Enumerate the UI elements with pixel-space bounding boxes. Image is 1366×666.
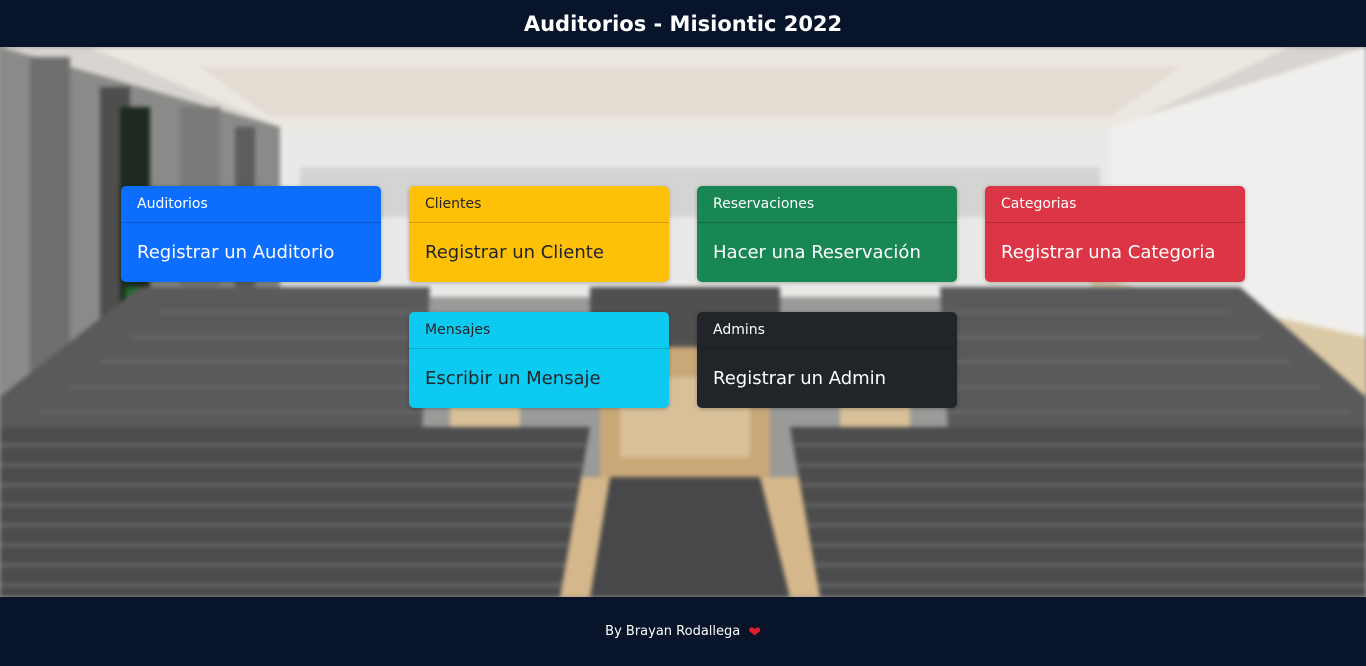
page-footer: By Brayan Rodallega ❤	[0, 597, 1366, 666]
card-link-escribir-mensaje[interactable]: Escribir un Mensaje	[409, 349, 669, 408]
card-auditorios[interactable]: Auditorios Registrar un Auditorio	[121, 186, 381, 282]
auditorium-illustration	[0, 47, 1366, 597]
page-header: Auditorios - Misiontic 2022	[0, 0, 1366, 47]
card-link-registrar-categoria[interactable]: Registrar una Categoria	[985, 223, 1245, 282]
card-header: Categorias	[985, 186, 1245, 223]
heart-icon: ❤	[748, 622, 761, 641]
card-reservaciones[interactable]: Reservaciones Hacer una Reservación	[697, 186, 957, 282]
card-link-registrar-auditorio[interactable]: Registrar un Auditorio	[121, 223, 381, 282]
auditorium-background-image: Auditorios Registrar un Auditorio Client…	[0, 47, 1366, 597]
card-header: Admins	[697, 312, 957, 349]
footer-credit: By Brayan Rodallega	[605, 624, 741, 639]
card-admins[interactable]: Admins Registrar un Admin	[697, 312, 957, 408]
card-link-hacer-reservacion[interactable]: Hacer una Reservación	[697, 223, 957, 282]
card-clientes[interactable]: Clientes Registrar un Cliente	[409, 186, 669, 282]
card-header: Auditorios	[121, 186, 381, 223]
card-header: Clientes	[409, 186, 669, 223]
card-mensajes[interactable]: Mensajes Escribir un Mensaje	[409, 312, 669, 408]
card-link-registrar-admin[interactable]: Registrar un Admin	[697, 349, 957, 408]
card-categorias[interactable]: Categorias Registrar una Categoria	[985, 186, 1245, 282]
page-title: Auditorios - Misiontic 2022	[523, 11, 843, 36]
card-header: Reservaciones	[697, 186, 957, 223]
card-header: Mensajes	[409, 312, 669, 349]
card-link-registrar-cliente[interactable]: Registrar un Cliente	[409, 223, 669, 282]
